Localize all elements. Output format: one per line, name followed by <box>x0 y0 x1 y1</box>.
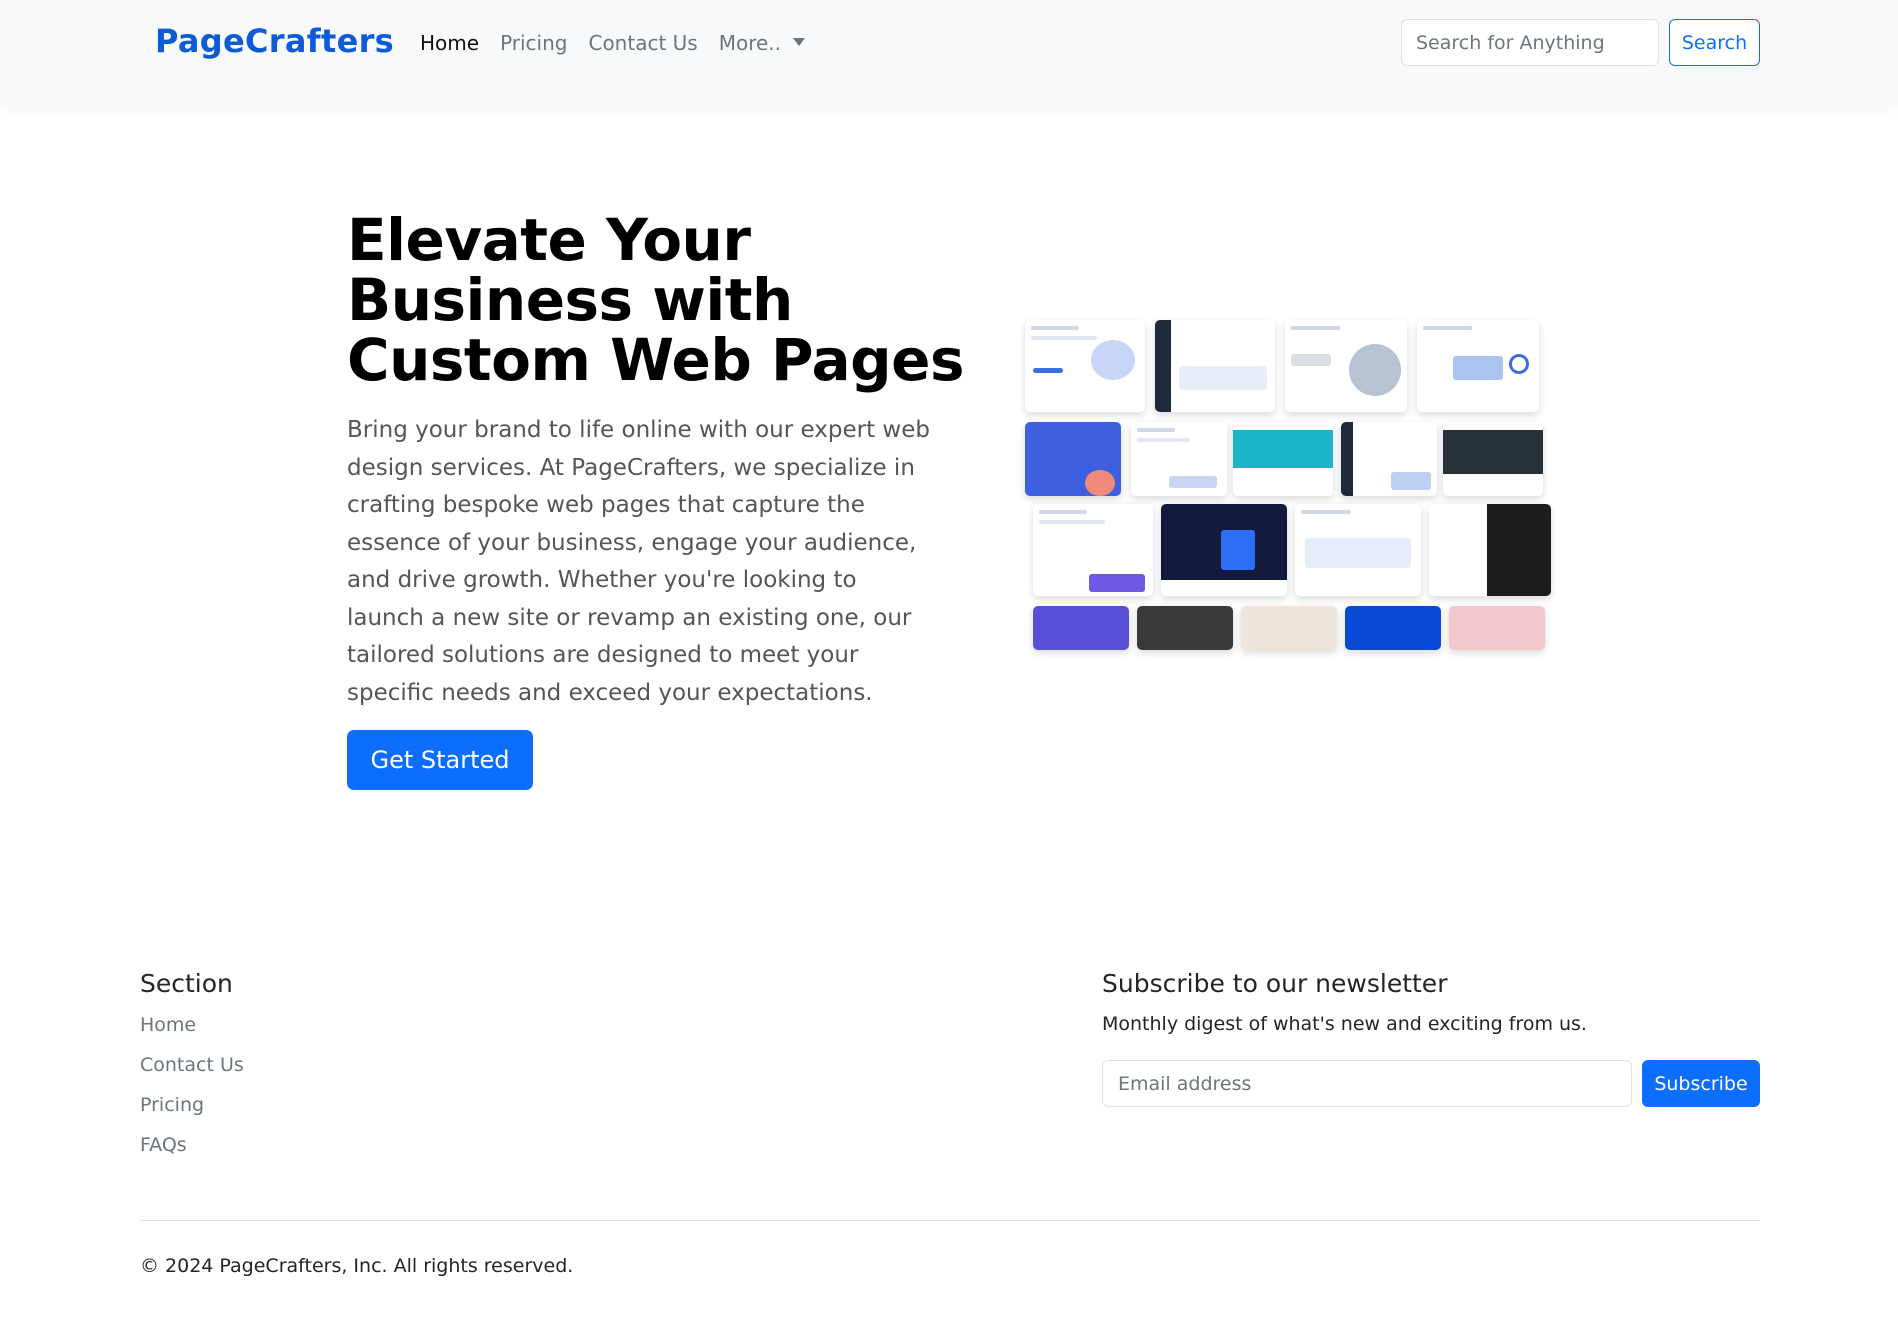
collage-thumb <box>1131 422 1227 496</box>
collage-thumb <box>1341 422 1437 496</box>
newsletter-heading: Subscribe to our newsletter <box>1102 969 1448 998</box>
hero-image-collage <box>1025 320 1551 650</box>
brand-logo[interactable]: PageCrafters <box>155 22 394 60</box>
nav-pricing[interactable]: Pricing <box>500 31 567 55</box>
navbar: PageCrafters Home Pricing Contact Us Mor… <box>0 0 1898 106</box>
caret-down-icon <box>793 37 806 46</box>
nav-more-dropdown[interactable]: More.. <box>718 31 806 55</box>
get-started-button[interactable]: Get Started <box>347 730 533 790</box>
collage-thumb <box>1449 606 1545 650</box>
collage-thumb <box>1033 606 1129 650</box>
footer-divider <box>140 1220 1760 1221</box>
email-field[interactable] <box>1102 1060 1632 1107</box>
newsletter-subtitle: Monthly digest of what's new and excitin… <box>1102 1013 1587 1035</box>
search-input[interactable] <box>1401 19 1659 66</box>
search-button[interactable]: Search <box>1669 19 1760 66</box>
footer-section-heading: Section <box>140 969 233 998</box>
collage-thumb <box>1345 606 1441 650</box>
footer-link-faqs[interactable]: FAQs <box>140 1134 187 1156</box>
collage-thumb <box>1285 320 1407 412</box>
collage-thumb <box>1161 504 1287 596</box>
collage-thumb <box>1025 422 1121 496</box>
collage-thumb <box>1025 320 1145 412</box>
collage-thumb <box>1033 504 1153 596</box>
footer-link-contact[interactable]: Contact Us <box>140 1054 244 1076</box>
collage-thumb <box>1233 422 1333 496</box>
hero-title: Elevate Your Business with Custom Web Pa… <box>347 206 965 394</box>
collage-thumb <box>1443 422 1543 496</box>
collage-thumb <box>1155 320 1275 412</box>
hero-description: Bring your brand to life online with our… <box>347 417 930 706</box>
collage-thumb <box>1429 504 1551 596</box>
footer-link-pricing[interactable]: Pricing <box>140 1094 204 1116</box>
nav-contact[interactable]: Contact Us <box>588 31 697 55</box>
nav-more-label: More.. <box>718 31 782 55</box>
collage-thumb <box>1137 606 1233 650</box>
nav-home[interactable]: Home <box>420 31 479 55</box>
footer-link-home[interactable]: Home <box>140 1014 196 1036</box>
collage-thumb <box>1417 320 1539 412</box>
collage-thumb <box>1241 606 1337 650</box>
copyright-text: © 2024 PageCrafters, Inc. All rights res… <box>140 1255 574 1277</box>
nav-links: Home Pricing Contact Us More.. <box>420 31 826 55</box>
collage-thumb <box>1295 504 1421 596</box>
subscribe-button[interactable]: Subscribe <box>1642 1060 1760 1107</box>
